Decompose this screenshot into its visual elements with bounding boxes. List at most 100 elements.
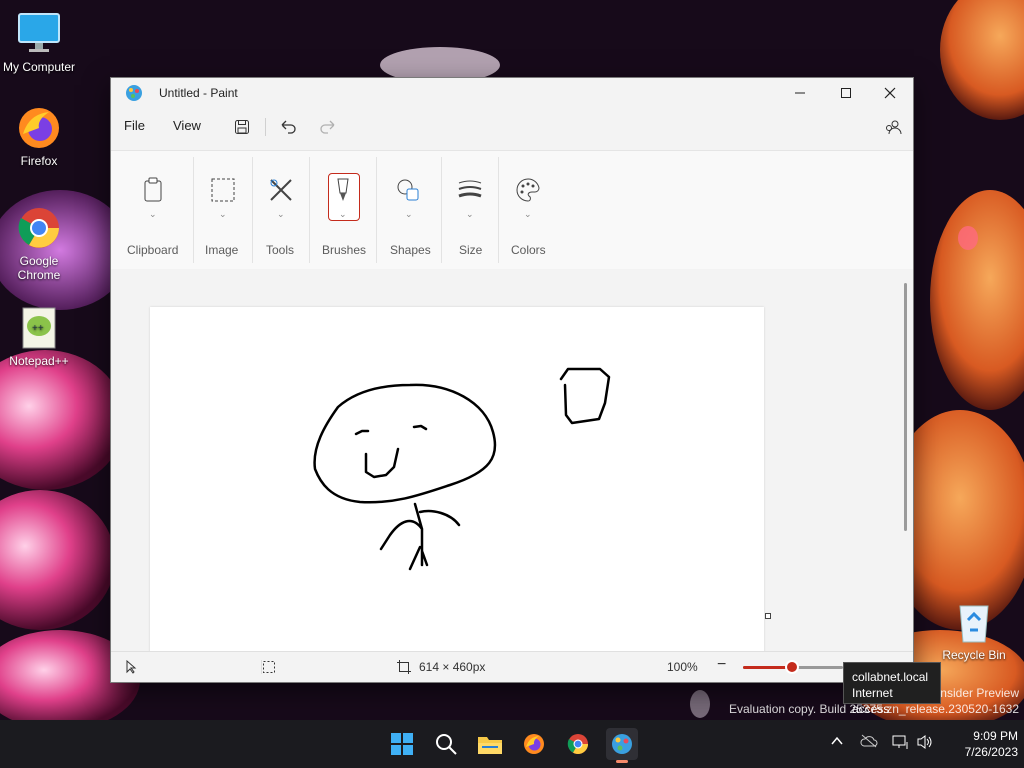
- paint-icon: [612, 734, 632, 754]
- selection-size-icon: [262, 660, 276, 677]
- active-app-indicator: [616, 760, 628, 763]
- tools-icon: [270, 179, 292, 201]
- network-button[interactable]: [892, 734, 910, 753]
- canvas-workspace[interactable]: [111, 269, 913, 651]
- view-menu[interactable]: View: [173, 118, 201, 133]
- desktop-icon-recycle-bin[interactable]: Recycle Bin: [936, 598, 1012, 662]
- show-hidden-icons-button[interactable]: [830, 734, 844, 751]
- desktop-icon-label: Notepad++: [9, 354, 69, 368]
- shapes-group[interactable]: ⌄ Shapes: [381, 151, 437, 269]
- ribbon-separator: [498, 157, 499, 263]
- chrome-taskbar-button[interactable]: [562, 728, 594, 760]
- body-stroke: [379, 502, 461, 571]
- recycle-bin-icon: [950, 598, 998, 646]
- vertical-scrollbar[interactable]: [904, 283, 907, 531]
- title-bar[interactable]: Untitled - Paint: [111, 78, 913, 108]
- ribbon: ⌄ Clipboard ⌄ Image ⌄ Tools ⌄ Brushes ⌄ …: [111, 150, 913, 270]
- ribbon-separator: [252, 157, 253, 263]
- right-eye-stroke: [412, 424, 428, 431]
- minimize-button[interactable]: [777, 78, 823, 108]
- file-explorer-button[interactable]: [474, 728, 506, 760]
- chrome-icon: [567, 734, 588, 754]
- chrome-icon: [15, 204, 63, 252]
- brushes-group[interactable]: ⌄ Brushes: [315, 151, 371, 269]
- clock-date: 7/26/2023: [964, 745, 1018, 759]
- file-explorer-icon: [478, 737, 502, 754]
- undo-button[interactable]: [275, 114, 301, 140]
- redo-button[interactable]: [315, 114, 341, 140]
- drawing-canvas[interactable]: [150, 307, 764, 651]
- ribbon-separator: [193, 157, 194, 263]
- image-group[interactable]: ⌄ Image: [197, 151, 249, 269]
- zoom-out-button[interactable]: −: [717, 656, 726, 674]
- ribbon-separator: [309, 157, 310, 263]
- canvas-size-text: 614 × 460px: [419, 660, 486, 674]
- ribbon-separator: [441, 157, 442, 263]
- save-icon: [235, 120, 249, 134]
- search-icon: [436, 734, 457, 755]
- brush-icon: [337, 178, 349, 201]
- file-menu[interactable]: File: [124, 118, 145, 133]
- group-label: Size: [459, 243, 483, 257]
- toolbar-separator: [265, 118, 266, 136]
- selection-icon: [211, 178, 235, 202]
- size-group[interactable]: ⌄ Size: [445, 151, 495, 269]
- size-icon: [458, 180, 482, 198]
- group-label: Brushes: [322, 243, 367, 257]
- onedrive-button[interactable]: [860, 734, 878, 751]
- start-icon: [391, 733, 413, 755]
- left-eye-stroke: [354, 429, 370, 436]
- maximize-icon: [841, 88, 851, 98]
- group-label: Clipboard: [127, 243, 179, 257]
- desktop-icon-my-computer[interactable]: My Computer: [1, 10, 77, 74]
- tooltip-line1: collabnet.local: [852, 670, 929, 684]
- close-icon: [884, 87, 896, 99]
- canvas-resize-handle[interactable]: [765, 613, 771, 619]
- tools-group[interactable]: ⌄ Tools: [256, 151, 308, 269]
- zoom-slider-thumb[interactable]: [787, 662, 797, 672]
- zoom-level: 100%: [667, 660, 698, 674]
- canvas-size-icon: [397, 660, 411, 677]
- palette-icon: [516, 178, 540, 202]
- firefox-taskbar-button[interactable]: [518, 728, 550, 760]
- volume-button[interactable]: [916, 734, 934, 753]
- svg-text:++: ++: [32, 323, 44, 334]
- zoom-slider-fill: [743, 666, 789, 669]
- desktop-icon-label: My Computer: [2, 60, 76, 74]
- desktop-icon-notepad-plus-plus[interactable]: ++ Notepad++: [1, 304, 77, 368]
- window-title: Untitled - Paint: [159, 86, 238, 100]
- mouth-stroke: [364, 447, 400, 479]
- desktop-icon-google-chrome[interactable]: Google Chrome: [1, 204, 77, 282]
- clock-time: 9:09 PM: [973, 729, 1018, 743]
- chevron-down-icon: ⌄: [524, 209, 532, 219]
- notepad-plus-plus-icon: ++: [15, 304, 63, 352]
- clock[interactable]: 9:09 PM 7/26/2023: [965, 728, 1018, 760]
- account-settings-button[interactable]: [880, 114, 906, 140]
- maximize-button[interactable]: [823, 78, 869, 108]
- chevron-down-icon: ⌄: [219, 209, 227, 219]
- network-icon: [892, 735, 908, 749]
- chevron-down-icon: ⌄: [277, 209, 285, 219]
- group-label: Colors: [511, 243, 546, 257]
- paint-taskbar-button[interactable]: [606, 728, 638, 763]
- firefox-icon: [524, 734, 544, 754]
- desktop-icon-firefox[interactable]: Firefox: [1, 104, 77, 168]
- chevron-down-icon: ⌄: [405, 209, 413, 219]
- colors-group[interactable]: ⌄ Colors: [503, 151, 553, 269]
- desktop-icon-label: Google Chrome: [17, 254, 61, 282]
- cursor-position-icon: [125, 659, 137, 677]
- close-button[interactable]: [867, 78, 913, 108]
- zoom-slider[interactable]: [743, 662, 843, 672]
- tooltip-line2: Internet access: [852, 686, 893, 716]
- clipboard-group[interactable]: ⌄ Clipboard: [121, 151, 185, 269]
- search-button[interactable]: [430, 728, 462, 760]
- start-button[interactable]: [386, 728, 418, 760]
- desktop-icon-label: Firefox: [20, 154, 58, 168]
- head-stroke: [313, 383, 497, 504]
- chevron-down-icon: ⌄: [466, 209, 474, 219]
- save-button[interactable]: [229, 114, 255, 140]
- firefox-icon: [15, 104, 63, 152]
- account-settings-icon: [886, 120, 902, 135]
- group-label: Image: [205, 243, 239, 257]
- paint-window[interactable]: Untitled - Paint File View ⌄ Clipboard ⌄…: [110, 77, 914, 683]
